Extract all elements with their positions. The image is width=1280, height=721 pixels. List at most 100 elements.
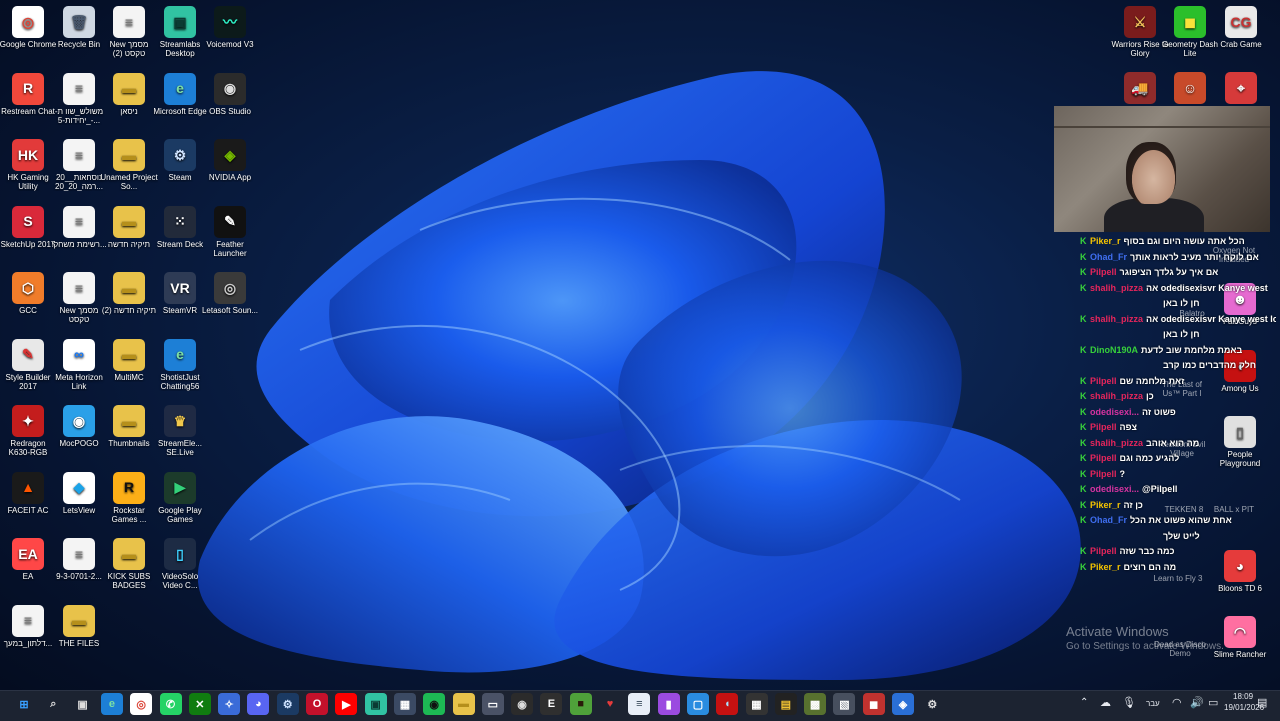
nvidia-icon: ◈	[214, 139, 246, 171]
desktop-shortcut-label: Voicemod V3	[206, 40, 254, 49]
app-icon-b[interactable]: ▦	[745, 693, 768, 715]
search-icon[interactable]: ⌕	[42, 693, 64, 715]
tray-language[interactable]: עבר	[1146, 699, 1160, 708]
chat-text: מה הוא אוהב	[1146, 437, 1200, 448]
obs-taskbar-icon[interactable]: ◉	[511, 693, 534, 715]
desktop-shortcut[interactable]: e ShotistJust Chatting56	[150, 338, 210, 403]
folder-icon: ▬	[113, 139, 145, 171]
tray-wifi-icon[interactable]: ◠	[1172, 696, 1182, 709]
desktop-shortcut[interactable]: ▶ Google Play Games	[150, 471, 210, 536]
letasoft-icon: ◎	[214, 272, 246, 304]
truck-icon: 🚚	[1124, 72, 1156, 104]
task-view-icon[interactable]: ▣	[72, 693, 94, 715]
app-icon-d[interactable]: ▩	[804, 693, 827, 715]
chat-message: K Piker_r הכל אתה עושה היום וגם בסוף	[1080, 234, 1276, 250]
chat-message: חלק מהדברים כמו קרב	[1080, 358, 1276, 374]
chat-username: shalih_pizza	[1090, 313, 1144, 324]
chat-text: מה הם רוצים	[1123, 561, 1177, 572]
desktop-shortcut-label: Feather Launcher	[213, 239, 247, 258]
desktop-shortcut[interactable]: ♛ StreamEle... SE.Live	[150, 405, 210, 469]
desktop-shortcut-label: NVIDIA App	[208, 173, 252, 182]
start-icon[interactable]: ⊞	[13, 693, 35, 715]
letsview-icon: ◆	[63, 471, 95, 504]
chat-username: odedisexi...	[1090, 484, 1140, 494]
streamlabs-icon: ▣	[164, 6, 196, 38]
edge-taskbar-icon[interactable]: e	[100, 693, 123, 715]
steam-icon: ⚙	[164, 139, 196, 171]
kick-badge-icon: K	[1080, 484, 1087, 494]
chat-username: Pilpell	[1090, 453, 1117, 463]
chat-username: shalih_pizza	[1090, 282, 1144, 293]
copilot-icon[interactable]: ✧	[218, 693, 241, 715]
chat-text: חן לו באן	[1163, 329, 1200, 339]
chat-username: Piker_r	[1090, 499, 1121, 510]
chat-message: K Pilpell צפה	[1080, 420, 1276, 436]
spotify-icon[interactable]: ◉	[423, 693, 446, 715]
window-icon[interactable]: ▢	[686, 693, 709, 715]
desktop-shortcut[interactable]: 〰 Voicemod V3	[200, 6, 260, 70]
xbox-icon[interactable]: ✕	[188, 693, 211, 715]
chrome-taskbar-icon[interactable]: ◎	[130, 693, 153, 715]
desktop-shortcut-label[interactable]: Learn to Fly 3	[1148, 574, 1208, 583]
desktop-shortcut[interactable]: ◉ OBS Studio	[200, 72, 260, 137]
whatsapp-icon[interactable]: ✆	[159, 693, 182, 715]
desktop-shortcut-label: Bloons TD 6	[1218, 584, 1262, 593]
chat-message: Kshalih_pizza אה odedisexisvr Kanye west …	[1080, 312, 1276, 328]
tray-chevron-icon[interactable]: ⌃	[1080, 697, 1088, 708]
chat-text: אם לוקח יותר מעיב לראות אותך	[1130, 251, 1259, 262]
folder-icon: ▬	[113, 538, 145, 570]
file-explorer-icon[interactable]: ▬	[452, 693, 475, 715]
document-icon: ≡	[63, 205, 95, 238]
notepad-icon[interactable]: ≡	[628, 693, 651, 715]
youtube-icon[interactable]: ▶	[335, 693, 358, 715]
app-icon-e[interactable]: ▧	[833, 693, 856, 715]
app-icon-a[interactable]: ▭	[481, 693, 504, 715]
epic-games-icon[interactable]: E	[540, 693, 563, 715]
desktop-shortcut-label: THE FILES	[58, 638, 100, 648]
discord-icon[interactable]: ◕	[247, 693, 270, 715]
chat-username: odedisexi...	[1090, 406, 1140, 417]
stream-chat-overlay: K Piker_r הכל אתה עושה היום וגם בסוף K Ohad_…	[1080, 234, 1276, 574]
tray-mic-icon[interactable]: 🎙	[1122, 696, 1136, 709]
chat-username: Pilpell	[1090, 468, 1117, 479]
streamlabs-taskbar-icon[interactable]: ▣	[364, 693, 387, 715]
desktop-shortcut[interactable]: ✎ Feather Launcher	[200, 205, 260, 270]
ea-icon: EA	[12, 538, 44, 570]
notification-icon[interactable]: ▤	[1257, 696, 1267, 709]
crab-game-icon: CG	[1225, 6, 1257, 38]
clapper-icon[interactable]: ▮	[657, 693, 680, 715]
desktop-shortcut[interactable]: CG Crab Game	[1211, 6, 1271, 70]
desktop-shortcut[interactable]: ▬ THE FILES	[49, 604, 109, 669]
steam-taskbar-icon[interactable]: ⚙	[276, 693, 299, 715]
app-icon-c[interactable]: ▤	[774, 693, 797, 715]
desktop-shortcut[interactable]: ◈ NVIDIA App	[200, 139, 260, 203]
minecraft-icon[interactable]: ■	[569, 693, 592, 715]
tray-battery-icon[interactable]: ▭	[1208, 696, 1218, 709]
slime-rancher-icon: ◠	[1224, 616, 1256, 648]
tray-time[interactable]: 18:09	[1233, 692, 1253, 701]
calculator-icon[interactable]: ▦	[393, 693, 416, 715]
among-us-taskbar-icon[interactable]: ◖	[716, 693, 739, 715]
desktop-shortcut[interactable]: ◎ Letasoft Soun...	[200, 272, 260, 336]
meta-icon: ∞	[63, 338, 95, 371]
chat-text: כמה כבר שזה	[1119, 546, 1175, 556]
app-icon-f[interactable]: ◼	[862, 693, 885, 715]
app-icon-g[interactable]: ◈	[892, 693, 914, 715]
webcam-overlay	[1054, 106, 1270, 232]
document-icon: ≡	[63, 72, 95, 105]
tray-onedrive-icon[interactable]: ☁	[1100, 696, 1111, 709]
chat-text: אם איך על גלדך הציפוגר	[1119, 267, 1219, 277]
tray-volume-icon[interactable]: 🔊	[1190, 696, 1204, 709]
game-icon: ☺	[1174, 72, 1206, 104]
activate-windows-subtitle: Go to Settings to activate Windows.	[1066, 641, 1224, 652]
settings-icon[interactable]: ⚙	[921, 693, 943, 715]
chat-message: K Pilpell זאת מלחמה שם	[1080, 374, 1276, 390]
chat-message: K Pilpell כמה כבר שזה	[1080, 544, 1276, 560]
heart-icon[interactable]: ♥	[599, 693, 621, 715]
opera-icon[interactable]: O	[306, 693, 328, 715]
kick-badge-icon: K	[1080, 391, 1087, 401]
chat-username: Pilpell	[1090, 375, 1117, 386]
streamelements-icon: ♛	[164, 405, 196, 437]
desktop-shortcut[interactable]: ▯ VideoSolo Video C...	[150, 538, 210, 602]
sketchup-icon: S	[12, 205, 44, 238]
